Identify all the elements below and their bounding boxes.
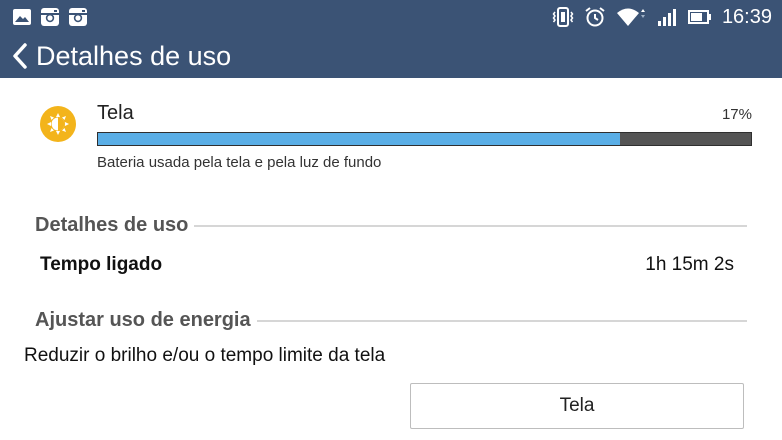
instagram-icon	[68, 7, 88, 27]
signal-icon	[656, 6, 678, 28]
advice-text: Reduzir o brilho e/ou o tempo limite da …	[24, 345, 386, 366]
detail-value: 1h 15m 2s	[645, 254, 734, 275]
back-button[interactable]	[0, 34, 28, 78]
detail-label: Tempo ligado	[40, 254, 163, 275]
details-section-header: Detalhes de uso	[35, 211, 747, 239]
sun-icon	[40, 106, 76, 142]
status-bar: 16:39	[0, 0, 782, 34]
usage-item-name: Tela	[97, 102, 134, 124]
section-title: Detalhes de uso	[35, 213, 189, 236]
wifi-icon	[616, 6, 646, 28]
clock: 16:39	[721, 6, 772, 28]
system-icons: 16:39	[552, 0, 772, 34]
app-header: Detalhes de uso	[0, 34, 782, 78]
battery-usage-item: Tela 17% Bateria usada pela tela e pela …	[0, 96, 782, 176]
adjust-section-header: Ajustar uso de energia	[35, 306, 747, 334]
usage-percent: 17%	[721, 106, 752, 123]
battery-icon	[687, 6, 712, 28]
alarm-icon	[584, 6, 606, 28]
screen-settings-button[interactable]: Tela	[410, 383, 744, 429]
notification-icons	[12, 6, 88, 28]
page-title: Detalhes de uso	[36, 41, 232, 71]
usage-description: Bateria usada pela tela e pela luz de fu…	[97, 154, 382, 171]
section-divider	[194, 225, 747, 227]
gallery-icon	[12, 8, 32, 26]
usage-progress-fill	[98, 133, 621, 145]
vibrate-icon	[552, 6, 574, 28]
instagram-icon	[40, 7, 60, 27]
section-title: Ajustar uso de energia	[35, 308, 251, 331]
detail-row-time-on: Tempo ligado 1h 15m 2s	[40, 252, 734, 278]
usage-progress-bar	[97, 132, 752, 146]
section-divider	[256, 320, 747, 322]
chevron-left-icon	[12, 43, 28, 69]
